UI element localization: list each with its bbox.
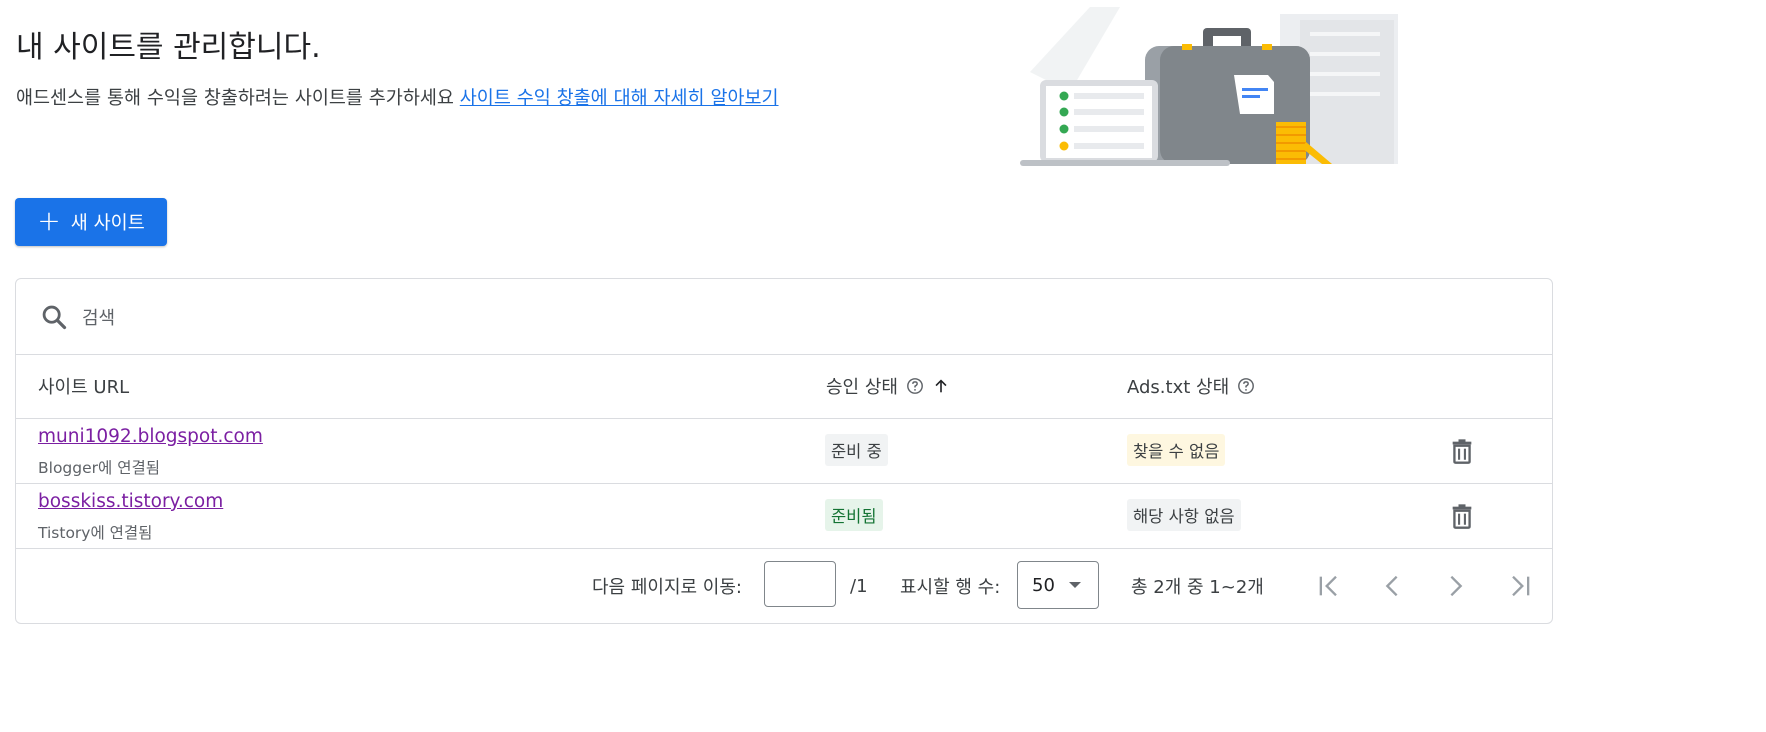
search-icon (42, 305, 67, 330)
site-url-link[interactable]: muni1092.blogspot.com (38, 426, 263, 447)
rows-per-page-select[interactable]: 50 (1017, 561, 1099, 609)
rows-per-page-value: 50 (1032, 574, 1055, 596)
approval-status-badge: 준비됨 (825, 499, 883, 531)
column-header-ads-txt-status[interactable]: Ads.txt 상태 (1127, 354, 1255, 418)
table-header: 사이트 URL 승인 상태 Ads.txt 상태 (16, 354, 1552, 419)
sites-table-card: 사이트 URL 승인 상태 Ads.txt 상태 muni1092.blog (15, 278, 1553, 624)
next-page-icon[interactable] (1442, 572, 1470, 600)
rows-per-page-label: 표시할 행 수: (900, 577, 1001, 598)
new-site-button[interactable]: + 새 사이트 (15, 198, 167, 246)
plus-icon: + (37, 203, 61, 237)
ads-txt-status-badge: 해당 사항 없음 (1127, 499, 1241, 531)
help-icon[interactable] (906, 377, 924, 395)
previous-page-icon[interactable] (1378, 572, 1406, 600)
ads-txt-status-badge: 찾을 수 없음 (1127, 434, 1226, 466)
page-total: /1 (850, 575, 868, 597)
pagination-range: 총 2개 중 1~2개 (1131, 577, 1264, 598)
help-icon[interactable] (1237, 377, 1255, 395)
page-title: 내 사이트를 관리합니다. (16, 30, 321, 65)
table-row: muni1092.blogspot.com Blogger에 연결됨 준비 중 … (16, 419, 1552, 484)
column-header-approval-label: 승인 상태 (826, 377, 898, 398)
new-site-label: 새 사이트 (70, 213, 145, 234)
site-connection-label: Blogger에 연결됨 (38, 459, 160, 477)
approval-status-badge: 준비 중 (825, 434, 888, 466)
column-header-site-url-label: 사이트 URL (38, 377, 130, 398)
column-header-approval-status[interactable]: 승인 상태 (826, 354, 950, 418)
subtitle-text: 애드센스를 통해 수익을 창출하려는 사이트를 추가하세요 (16, 88, 454, 109)
delete-icon[interactable] (1448, 502, 1476, 530)
sites-illustration (1020, 7, 1398, 166)
pagination-bar: 다음 페이지로 이동: /1 표시할 행 수: 50 총 2개 중 1~2개 (16, 549, 1552, 623)
caret-down-icon (1068, 582, 1081, 588)
site-url-link[interactable]: bosskiss.tistory.com (38, 491, 223, 512)
sort-ascending-icon[interactable] (932, 377, 950, 395)
goto-page-input[interactable] (764, 561, 836, 607)
learn-more-link[interactable]: 사이트 수익 창출에 대해 자세히 알아보기 (460, 88, 779, 109)
search-input[interactable] (80, 297, 684, 339)
goto-page-label: 다음 페이지로 이동: (592, 577, 742, 598)
search-bar (16, 279, 1552, 355)
last-page-icon[interactable] (1506, 572, 1534, 600)
first-page-icon[interactable] (1315, 572, 1343, 600)
delete-icon[interactable] (1448, 437, 1476, 465)
table-row: bosskiss.tistory.com Tistory에 연결됨 준비됨 해당… (16, 484, 1552, 549)
column-header-ads-txt-label: Ads.txt 상태 (1127, 377, 1230, 398)
page-subtitle: 애드센스를 통해 수익을 창출하려는 사이트를 추가하세요 사이트 수익 창출에… (16, 84, 779, 110)
site-connection-label: Tistory에 연결됨 (38, 524, 153, 542)
column-header-site-url[interactable]: 사이트 URL (38, 354, 129, 418)
